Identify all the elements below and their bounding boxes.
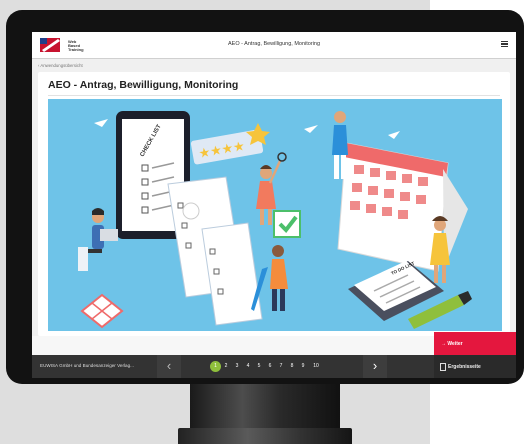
monitor-frame: Web Based Training AEO - Antrag, Bewilli…	[6, 10, 524, 384]
page-2[interactable]: 2	[222, 363, 230, 369]
weiter-button[interactable]: → Weiter	[434, 332, 516, 355]
page-1-active[interactable]: 1	[210, 361, 221, 372]
divider	[48, 95, 500, 96]
checkmark-illustration	[273, 210, 301, 238]
checklist-illustration: CHECK LIST ★★★★ TO DO LIST	[48, 99, 502, 331]
page-7[interactable]: 7	[277, 363, 285, 369]
page-10[interactable]: 10	[312, 363, 320, 369]
document-icon	[440, 363, 446, 371]
app-title: AEO - Antrag, Bewilligung, Monitoring	[227, 41, 321, 47]
next-page-button[interactable]: ›	[363, 355, 387, 378]
app-header: Web Based Training AEO - Antrag, Bewilli…	[32, 32, 516, 59]
weiter-button-label: → Weiter	[441, 341, 463, 347]
page-9[interactable]: 9	[299, 363, 307, 369]
page-8[interactable]: 8	[288, 363, 296, 369]
page-4[interactable]: 4	[244, 363, 252, 369]
results-page-button[interactable]: Ergebnisseite	[434, 355, 516, 378]
page-6[interactable]: 6	[266, 363, 274, 369]
company-label: EUWISA GmbH und Bundesanzeiger Verlag...	[40, 363, 134, 368]
previous-page-button[interactable]: ‹	[157, 355, 181, 378]
monitor-stand-base	[178, 428, 352, 444]
page-title: AEO - Antrag, Bewilligung, Monitoring	[48, 79, 239, 91]
breadcrumb[interactable]: ‹ Anwendungsübersicht	[38, 63, 83, 68]
screen: Web Based Training AEO - Antrag, Bewilli…	[32, 32, 516, 378]
hamburger-menu-icon[interactable]	[501, 41, 508, 47]
content-card: AEO - Antrag, Bewilligung, Monitoring CH…	[38, 72, 510, 336]
results-button-label: Ergebnisseite	[448, 364, 481, 370]
page-3[interactable]: 3	[233, 363, 241, 369]
page-5[interactable]: 5	[255, 363, 263, 369]
